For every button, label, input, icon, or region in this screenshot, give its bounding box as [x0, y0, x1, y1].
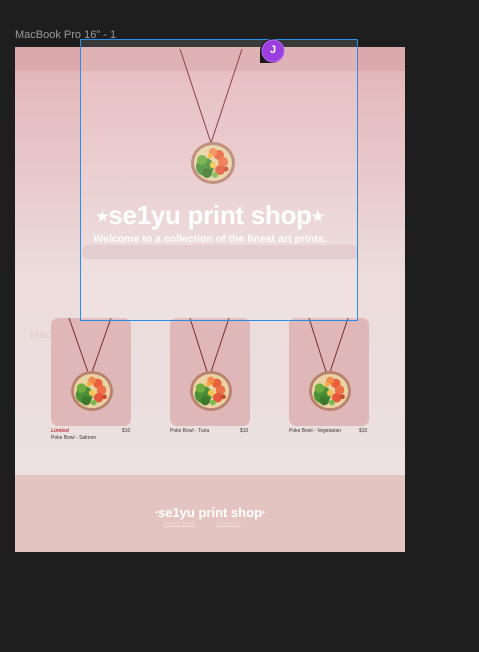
footer-link-contact[interactable]: Contact Us	[216, 521, 241, 527]
footer: •se1yu print shop• Privacy Terms Contact…	[15, 475, 405, 552]
collaborator-initial: J	[269, 44, 277, 56]
product-name-vegetarian[interactable]: Poke Bowl - Vegetarian	[289, 428, 341, 434]
product-name-salmon[interactable]: Poke Bowl - Salmon	[51, 435, 96, 441]
footer-logo[interactable]: •se1yu print shop•	[15, 505, 405, 520]
product-card-salmon[interactable]	[51, 318, 131, 426]
selection-box[interactable]	[80, 39, 358, 321]
product-card-vegetarian[interactable]	[289, 318, 369, 426]
limited-badge: Limited	[51, 428, 69, 434]
product-price-vegetarian: $10	[359, 428, 368, 434]
footer-link-privacy[interactable]: Privacy Terms	[164, 521, 195, 527]
footer-logo-text: se1yu print shop	[157, 505, 263, 520]
product-card-tuna[interactable]	[170, 318, 250, 426]
product-price-tuna: $10	[240, 428, 249, 434]
product-price-salmon: $10	[122, 428, 131, 434]
dot-icon: •	[262, 508, 265, 517]
product-name-tuna[interactable]: Poke Bowl - Tuna	[170, 428, 209, 434]
poke-bowl-image	[190, 370, 232, 412]
poke-bowl-image	[309, 370, 351, 412]
poke-bowl-image	[71, 370, 113, 412]
